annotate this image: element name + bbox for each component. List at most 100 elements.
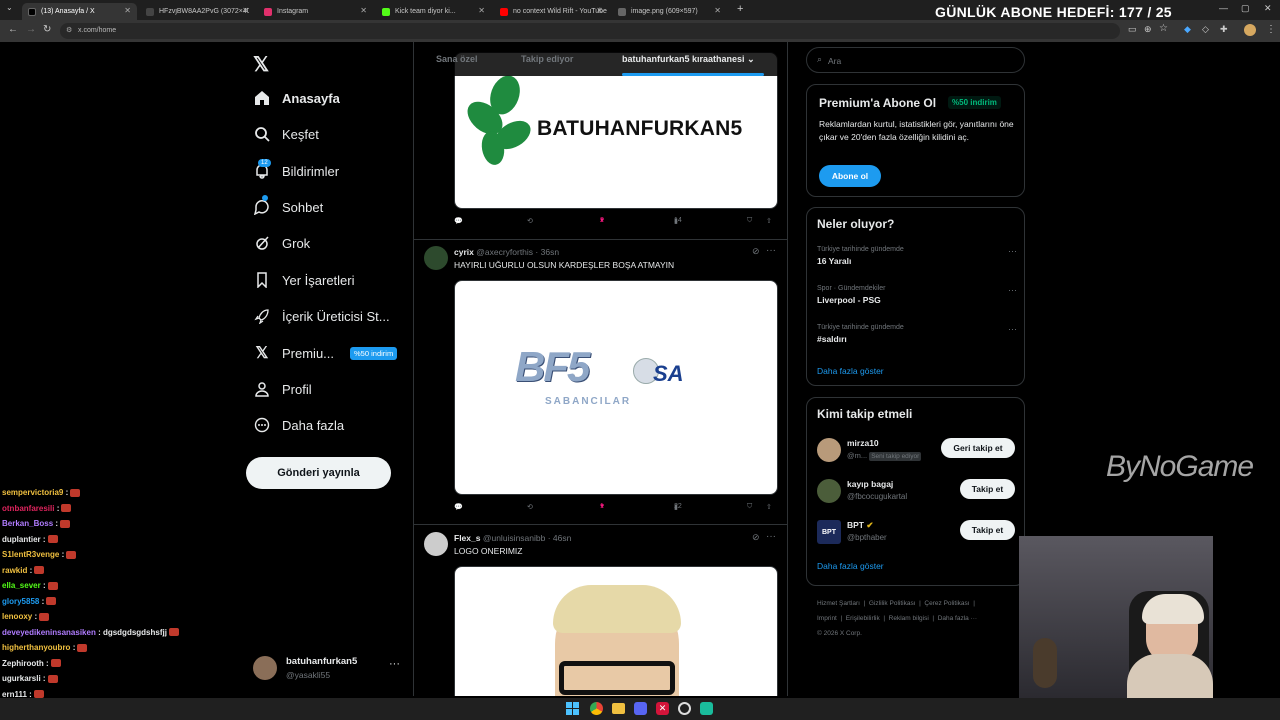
- author-name[interactable]: Flex_s: [454, 533, 480, 543]
- more-dots-icon[interactable]: ···: [766, 245, 776, 256]
- profile-avatar[interactable]: [1244, 24, 1256, 36]
- follow-suggestion[interactable]: mirza10 @m... Seni takip ediyor Geri tak…: [817, 436, 1017, 464]
- more-dots-icon[interactable]: ···: [1008, 324, 1017, 334]
- folder-icon[interactable]: [612, 703, 625, 714]
- share-icon[interactable]: ⇧: [766, 503, 772, 511]
- close-tab-icon[interactable]: ✕: [360, 6, 367, 15]
- nav-more[interactable]: Daha fazla: [252, 410, 344, 440]
- tab-image-png[interactable]: image.png (609×597) ✕: [612, 3, 727, 20]
- tab-instagram[interactable]: Instagram ✕: [258, 3, 373, 20]
- author-handle[interactable]: @unluisinsanibb: [483, 533, 546, 543]
- chat-username[interactable]: Zephirooth: [2, 659, 44, 668]
- author-handle[interactable]: @axecryforthis: [476, 247, 533, 257]
- footer-link[interactable]: Gizlilik Politikası: [869, 600, 916, 607]
- footer-link[interactable]: Imprint: [817, 615, 837, 622]
- follow-button[interactable]: Takip et: [960, 520, 1015, 540]
- trend-item[interactable]: Türkiye tarihinde gündemde 16 Yaralı ···: [817, 246, 1017, 266]
- cast-icon[interactable]: ▭: [1128, 24, 1137, 35]
- follow-back-button[interactable]: Geri takip et: [941, 438, 1015, 458]
- nav-profile[interactable]: Profil: [252, 374, 312, 404]
- extension-icon[interactable]: ◇: [1202, 24, 1209, 35]
- reload-icon[interactable]: ↻: [43, 24, 51, 35]
- close-tab-icon[interactable]: ✕: [596, 6, 603, 15]
- tab-for-you[interactable]: Sana özel: [436, 54, 478, 64]
- close-tab-icon[interactable]: ✕: [242, 6, 249, 15]
- show-more-link[interactable]: Daha fazla göster: [817, 561, 884, 571]
- star-icon[interactable]: ☆: [1159, 23, 1168, 34]
- avatar[interactable]: [424, 532, 448, 556]
- chat-username[interactable]: duplantier: [2, 535, 41, 544]
- more-dots-icon[interactable]: ···: [1008, 246, 1017, 256]
- nav-notifications[interactable]: 12 Bildirimler: [252, 156, 339, 186]
- chat-username[interactable]: Berkan_Boss: [2, 519, 53, 528]
- post-image[interactable]: BF5 SA SABANCILAR: [454, 280, 778, 495]
- x-logo-icon[interactable]: 𝕏: [253, 52, 269, 77]
- more-dots-icon[interactable]: ···: [766, 531, 776, 542]
- tab-image[interactable]: HFzvjBW8AA2PvG (3072×4096) ✕: [140, 3, 255, 20]
- chat-username[interactable]: higherthanyoubro: [2, 643, 70, 652]
- new-tab-icon[interactable]: +: [737, 3, 743, 15]
- repost-icon[interactable]: ⟲: [527, 217, 533, 225]
- more-dots-icon[interactable]: ···: [1008, 285, 1017, 295]
- footer-link[interactable]: Erişilebilirlik: [846, 615, 880, 622]
- back-icon[interactable]: ←: [8, 24, 18, 35]
- chat-username[interactable]: sempervictoria9: [2, 488, 63, 497]
- nav-chat[interactable]: Sohbet: [252, 192, 323, 222]
- tab-youtube[interactable]: no context Wild Rift - YouTube ✕: [494, 3, 609, 20]
- tab-following[interactable]: Takip ediyor: [521, 54, 573, 64]
- chat-username[interactable]: deveyedikeninsanasiken: [2, 628, 96, 637]
- maximize-icon[interactable]: ▢: [1241, 3, 1250, 14]
- minimize-icon[interactable]: —: [1219, 3, 1228, 13]
- bookmark-icon[interactable]: ⛉: [747, 217, 752, 225]
- repost-icon[interactable]: ⟲: [527, 503, 533, 511]
- footer-link[interactable]: Hizmet Şartları: [817, 600, 860, 607]
- account-switcher[interactable]: batuhanfurkan5 @yasakli55 ···: [253, 654, 403, 684]
- chat-username[interactable]: ella_sever: [2, 581, 41, 590]
- follow-suggestion[interactable]: kayıp bagaj @fbcocugukartal Takip et: [817, 477, 1017, 505]
- tab-kick[interactable]: Kick team diyor ki... ✕: [376, 3, 491, 20]
- nav-grok[interactable]: Grok: [252, 228, 310, 258]
- chat-username[interactable]: S1lentR3venge: [2, 550, 59, 559]
- post-button[interactable]: Gönderi yayınla: [246, 457, 391, 489]
- tab-search-icon[interactable]: ⌄: [6, 3, 13, 12]
- puzzle-icon[interactable]: ✚: [1220, 24, 1228, 35]
- avatar[interactable]: [424, 246, 448, 270]
- footer-link[interactable]: Çerez Politikası: [924, 600, 969, 607]
- footer-link[interactable]: Daha fazla ···: [938, 615, 977, 622]
- url-field[interactable]: ⚙ x.com/home: [60, 23, 1120, 39]
- nav-creator-studio[interactable]: İçerik Üreticisi St...: [252, 301, 390, 331]
- close-window-icon[interactable]: ✕: [1264, 3, 1272, 14]
- forward-icon[interactable]: →: [26, 24, 36, 35]
- chrome-icon[interactable]: [590, 702, 603, 715]
- nav-premium[interactable]: 𝕏 Premiu... %50 indirim: [252, 338, 398, 368]
- follow-button[interactable]: Takip et: [960, 479, 1015, 499]
- menu-dots-icon[interactable]: ⋮: [1266, 24, 1276, 35]
- tab-community[interactable]: batuhanfurkan5 kıraathanesi ⌄: [622, 54, 755, 65]
- grok-icon[interactable]: ⊘: [752, 246, 760, 257]
- follow-suggestion[interactable]: BPT BPT ✔ @bpthaber Takip et: [817, 518, 1017, 546]
- reply-icon[interactable]: 💬: [454, 217, 463, 225]
- chat-username[interactable]: otnbanfaresili: [2, 504, 54, 513]
- post-image[interactable]: [454, 566, 778, 696]
- bookmark-icon[interactable]: ⛉: [747, 503, 752, 511]
- chat-username[interactable]: rawkid: [2, 566, 27, 575]
- windows-start-icon[interactable]: [566, 702, 580, 716]
- trend-item[interactable]: Türkiye tarihinde gündemde #saldırı ···: [817, 324, 1017, 344]
- chat-username[interactable]: ugurkarsli: [2, 674, 41, 683]
- nav-home[interactable]: Anasayfa: [252, 83, 340, 113]
- search-input[interactable]: ⌕ Ara: [806, 47, 1025, 73]
- nav-explore[interactable]: Keşfet: [252, 119, 319, 149]
- more-dots-icon[interactable]: ···: [389, 658, 400, 670]
- site-info-icon[interactable]: ⚙: [66, 26, 72, 34]
- grok-icon[interactable]: ⊘: [752, 532, 760, 543]
- post-time[interactable]: · 36sn: [535, 247, 559, 257]
- nav-bookmarks[interactable]: Yer İşaretleri: [252, 265, 355, 295]
- tab-x-home[interactable]: (13) Anasayfa / X ✕: [22, 3, 137, 20]
- close-tab-icon[interactable]: ✕: [714, 6, 721, 15]
- reply-icon[interactable]: 💬: [454, 503, 463, 511]
- chat-username[interactable]: glory5858: [2, 597, 39, 606]
- post-time[interactable]: · 46sn: [548, 533, 572, 543]
- footer-link[interactable]: Reklam bilgisi: [889, 615, 929, 622]
- trend-item[interactable]: Spor · Gündemdekiler Liverpool - PSG ···: [817, 285, 1017, 305]
- share-icon[interactable]: ⇧: [766, 217, 772, 225]
